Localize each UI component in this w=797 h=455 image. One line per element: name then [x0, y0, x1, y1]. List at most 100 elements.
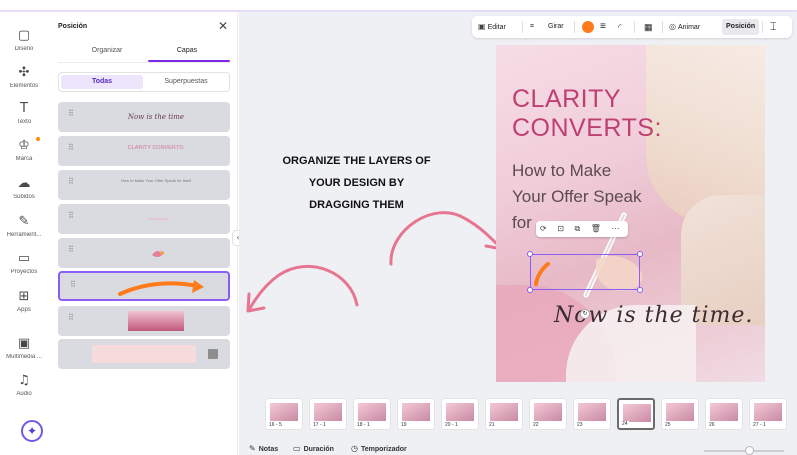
filter-all-button[interactable]: Todas: [61, 75, 143, 89]
page-thumbnail[interactable]: 17 - 1: [309, 398, 347, 430]
rotate-handle-icon[interactable]: ↻: [580, 309, 590, 319]
resize-handle[interactable]: [527, 251, 533, 257]
animate-button[interactable]: ◎ Animar: [669, 16, 700, 38]
lines-icon[interactable]: ≡: [600, 16, 606, 38]
resize-handle[interactable]: [637, 251, 643, 257]
rail-item-design[interactable]: ▢ Diseño: [0, 28, 48, 52]
page-preview: [710, 403, 738, 421]
zoom-slider-handle[interactable]: [745, 446, 754, 455]
rail-item-audio[interactable]: ♫ Audio: [0, 373, 48, 397]
page-label: 19: [400, 422, 408, 428]
page-thumbnail[interactable]: 23: [573, 398, 611, 430]
resize-handle[interactable]: [637, 287, 643, 293]
paint-format-icon[interactable]: ⌶: [770, 16, 777, 38]
page-thumbnail[interactable]: 27 - 1: [749, 398, 787, 430]
layer-item-arrow[interactable]: ⠿: [58, 271, 230, 301]
resize-handle[interactable]: [527, 287, 533, 293]
layer-item-photo[interactable]: ⠿: [58, 306, 230, 336]
rail-item-text[interactable]: T Texto: [0, 101, 48, 125]
curve-icon[interactable]: ◜: [618, 16, 622, 38]
layer-item-script[interactable]: ⠿ Now is the time: [58, 102, 230, 132]
active-tab-indicator: [148, 60, 230, 62]
element-quick-actions[interactable]: ⟳ ⊡ ⧉ 🗑 ⋯: [536, 221, 628, 237]
annotation-arrows: [246, 211, 504, 313]
page-label: 18 - 1: [356, 422, 371, 428]
page-thumbnail[interactable]: 21: [485, 398, 523, 430]
page-thumbnail[interactable]: 16 - 5: [265, 398, 303, 430]
page-thumbnail[interactable]: 25: [661, 398, 699, 430]
layer-item-element[interactable]: ⠿: [58, 204, 230, 234]
lock-square-icon[interactable]: [208, 349, 218, 359]
rail-item-tools[interactable]: ✎ Herramient...: [0, 214, 48, 238]
page-thumbnail[interactable]: 22: [529, 398, 567, 430]
drag-handle-icon[interactable]: ⠿: [68, 178, 74, 186]
divider: [634, 21, 635, 33]
timer-label: Temporizador: [360, 446, 407, 453]
transparency-icon[interactable]: ▦: [644, 16, 653, 38]
position-panel: Posición ✕ Organizar Capas Todas Superpu…: [48, 12, 238, 455]
page-thumbnail[interactable]: 26: [705, 398, 743, 430]
pen-and-hand: [583, 212, 643, 298]
timer-button[interactable]: ◷ Temporizador: [351, 442, 407, 455]
layout-icon: ▢: [17, 28, 31, 43]
selection-box[interactable]: [530, 254, 640, 290]
panel-title: Posición: [58, 23, 88, 30]
magic-sparkle-button[interactable]: ✦: [21, 420, 43, 442]
filter-overlapping-button[interactable]: Superpuestas: [145, 75, 227, 89]
layer-item-background[interactable]: [58, 339, 230, 369]
layer-item-element[interactable]: ⠿: [58, 238, 230, 268]
rail-item-projects[interactable]: ▭ Proyectos: [0, 251, 48, 275]
rail-label: Elementos: [9, 83, 39, 89]
page-preview: [358, 403, 386, 421]
drag-handle-icon[interactable]: ⠿: [68, 144, 74, 152]
crop-button[interactable]: ⌗: [530, 16, 534, 38]
page-preview: [446, 403, 474, 421]
page-thumbnail-active[interactable]: 24: [617, 398, 655, 430]
page-label: 27 - 1: [752, 422, 767, 428]
layer-item-subtitle[interactable]: ⠿ How to Make Your Offer Speak for itsel…: [58, 170, 230, 200]
upload-icon: ☁: [17, 176, 31, 191]
page-label: 21: [488, 422, 496, 428]
close-icon[interactable]: ✕: [218, 20, 228, 32]
page-label: 20 - 1: [444, 422, 459, 428]
page-preview: [314, 403, 342, 421]
rail-label: Herramient...: [6, 232, 42, 238]
divider: [662, 21, 663, 33]
edit-button[interactable]: ▣ Editar: [478, 16, 506, 38]
layer-thumbnail: [98, 241, 214, 265]
color-swatch-button[interactable]: [582, 21, 594, 33]
page-thumbnail[interactable]: 20 - 1: [441, 398, 479, 430]
rotate-button[interactable]: Girar: [548, 16, 564, 38]
rail-item-uploads[interactable]: ☁ Subidos: [0, 176, 48, 200]
divider: [522, 21, 523, 33]
tab-organize[interactable]: Organizar: [64, 47, 150, 54]
position-button[interactable]: Posición: [722, 19, 760, 35]
rail-item-brand[interactable]: ♔ Marca: [0, 137, 48, 162]
drag-handle-icon[interactable]: ⠿: [68, 110, 74, 118]
notes-button[interactable]: ✎ Notas: [249, 442, 278, 455]
drag-handle-icon[interactable]: ⠿: [68, 314, 74, 322]
tab-layers[interactable]: Capas: [144, 47, 230, 54]
page-preview: [270, 403, 298, 421]
annotation-line: YOUR DESIGN BY: [308, 177, 405, 189]
tools-icon: ✎: [18, 214, 30, 229]
notes-label: Notas: [258, 446, 279, 453]
page-thumbnail[interactable]: 19: [397, 398, 435, 430]
layer-item-title[interactable]: ⠿ CLARITY CONVERTS:: [58, 136, 230, 166]
design-page[interactable]: CLARITY CONVERTS: How to Make Your Offer…: [496, 45, 765, 382]
drag-handle-icon[interactable]: ⠿: [70, 281, 76, 289]
page-preview: [623, 404, 651, 422]
rail-item-apps[interactable]: ⊞ Apps: [0, 289, 48, 313]
duration-button[interactable]: ▭ Duración: [293, 442, 334, 455]
text-icon: T: [20, 101, 28, 116]
edit-label: Editar: [487, 24, 506, 31]
layer-thumbnail: How to Make Your Offer Speak for itself: [121, 178, 191, 183]
zoom-slider[interactable]: [704, 450, 784, 452]
drag-handle-icon[interactable]: ⠿: [68, 246, 74, 254]
rail-item-elements[interactable]: ✣ Elementos: [0, 65, 48, 89]
page-thumbnail[interactable]: 18 - 1: [353, 398, 391, 430]
drag-handle-icon[interactable]: ⠿: [68, 212, 74, 220]
page-preview: [666, 403, 694, 421]
rail-item-media[interactable]: ▣ Multimedia ...: [0, 336, 48, 360]
apps-icon: ⊞: [18, 289, 30, 304]
